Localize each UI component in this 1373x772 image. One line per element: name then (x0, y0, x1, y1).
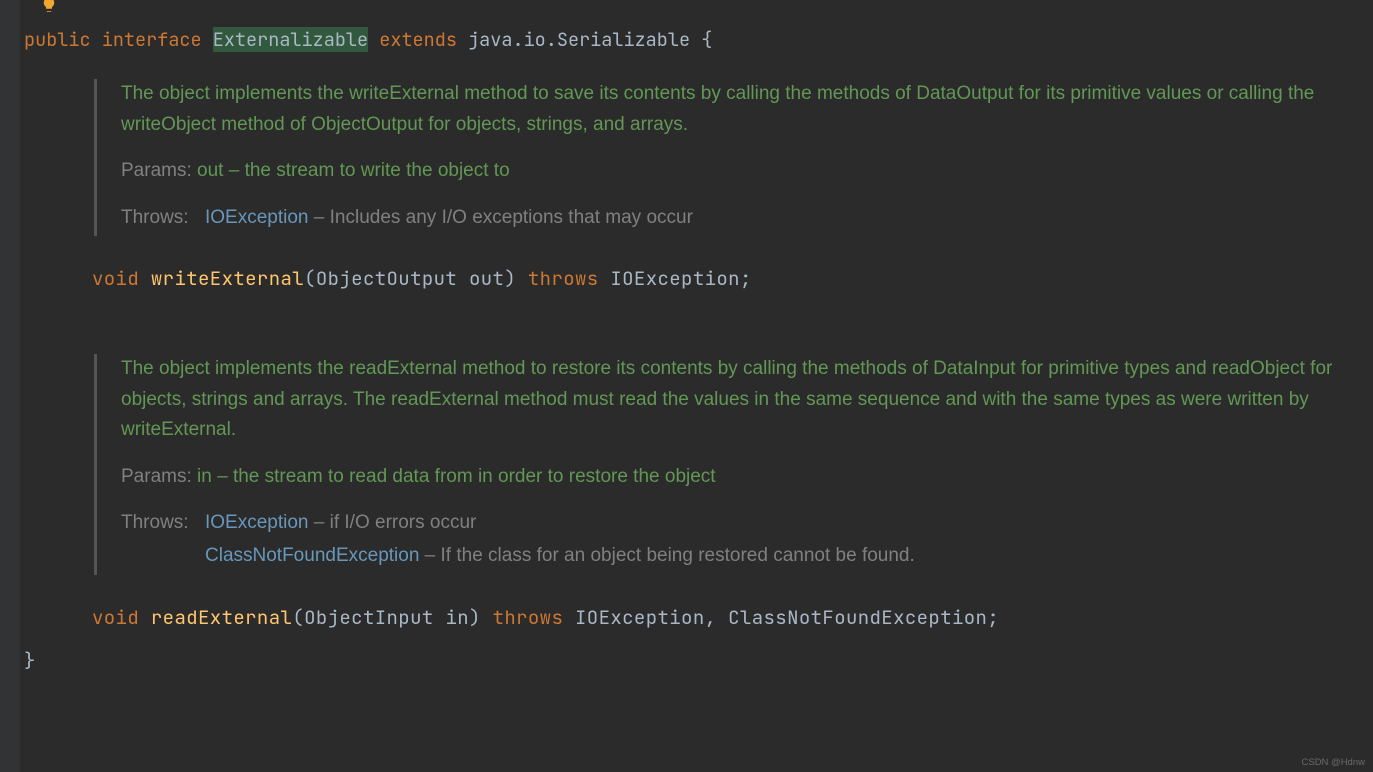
keyword-extends: extends (379, 27, 457, 52)
keyword-interface: interface (102, 27, 202, 52)
brace-close: } (24, 647, 1373, 676)
code-editor[interactable]: public interface Externalizable extends … (0, 0, 1373, 676)
rparen: ) (469, 605, 481, 630)
lightbulb-icon[interactable] (40, 0, 62, 14)
keyword-throws: throws (528, 266, 599, 291)
javadoc-writeexternal: The object implements the writeExternal … (94, 79, 1373, 236)
javadoc-throws-exc[interactable]: IOException (205, 512, 309, 533)
method-name: writeExternal (151, 266, 304, 291)
javadoc-params: Params: in – the stream to read data fro… (121, 462, 1373, 492)
javadoc-summary: The object implements the writeExternal … (121, 79, 1373, 140)
javadoc-throws: Throws: IOException – Includes any I/O e… (121, 203, 1373, 236)
javadoc-params-text: in – the stream to read data from in ord… (197, 466, 716, 487)
javadoc-summary: The object implements the readExternal m… (121, 354, 1373, 445)
javadoc-throws-label: Throws: (121, 508, 205, 575)
javadoc-params-label: Params: (121, 160, 192, 181)
brace-open: { (701, 27, 712, 52)
javadoc-throws-desc: – Includes any I/O exceptions that may o… (309, 207, 693, 228)
rparen: ) (504, 266, 516, 291)
interface-declaration-line: public interface Externalizable extends … (24, 24, 1373, 55)
semicolon: ; (740, 266, 752, 291)
javadoc-throws-exc[interactable]: ClassNotFoundException (205, 545, 419, 566)
watermark: CSDN @Hdnw (1302, 757, 1366, 768)
editor-gutter (0, 0, 20, 772)
param-type: ObjectOutput (316, 266, 457, 291)
exceptions: IOException (610, 266, 740, 291)
return-type: void (92, 266, 139, 291)
param-name: in (445, 605, 469, 630)
super-type: java.io.Serializable (468, 27, 690, 52)
keyword-public: public (24, 27, 91, 52)
javadoc-throws-desc: – If the class for an object being resto… (419, 545, 914, 566)
method-signature-readexternal: void readExternal(ObjectInput in) throws… (92, 603, 1373, 633)
interface-name: Externalizable (213, 27, 368, 52)
lparen: ( (304, 266, 316, 291)
javadoc-throws-exc[interactable]: IOException (205, 207, 309, 228)
javadoc-params-label: Params: (121, 466, 192, 487)
javadoc-readexternal: The object implements the readExternal m… (94, 354, 1373, 574)
semicolon: ; (987, 605, 999, 630)
method-signature-writeexternal: void writeExternal(ObjectOutput out) thr… (92, 264, 1373, 294)
exceptions: IOException, ClassNotFoundException (575, 605, 987, 630)
param-type: ObjectInput (304, 605, 434, 630)
javadoc-throws-label: Throws: (121, 203, 205, 236)
lparen: ( (292, 605, 304, 630)
javadoc-params: Params: out – the stream to write the ob… (121, 156, 1373, 186)
javadoc-params-text: out – the stream to write the object to (197, 160, 510, 181)
keyword-throws: throws (493, 605, 564, 630)
javadoc-throws: Throws: IOException – if I/O errors occu… (121, 508, 1373, 575)
return-type: void (92, 605, 139, 630)
javadoc-throws-desc: – if I/O errors occur (309, 512, 477, 533)
method-name: readExternal (151, 605, 292, 630)
param-name: out (469, 266, 504, 291)
